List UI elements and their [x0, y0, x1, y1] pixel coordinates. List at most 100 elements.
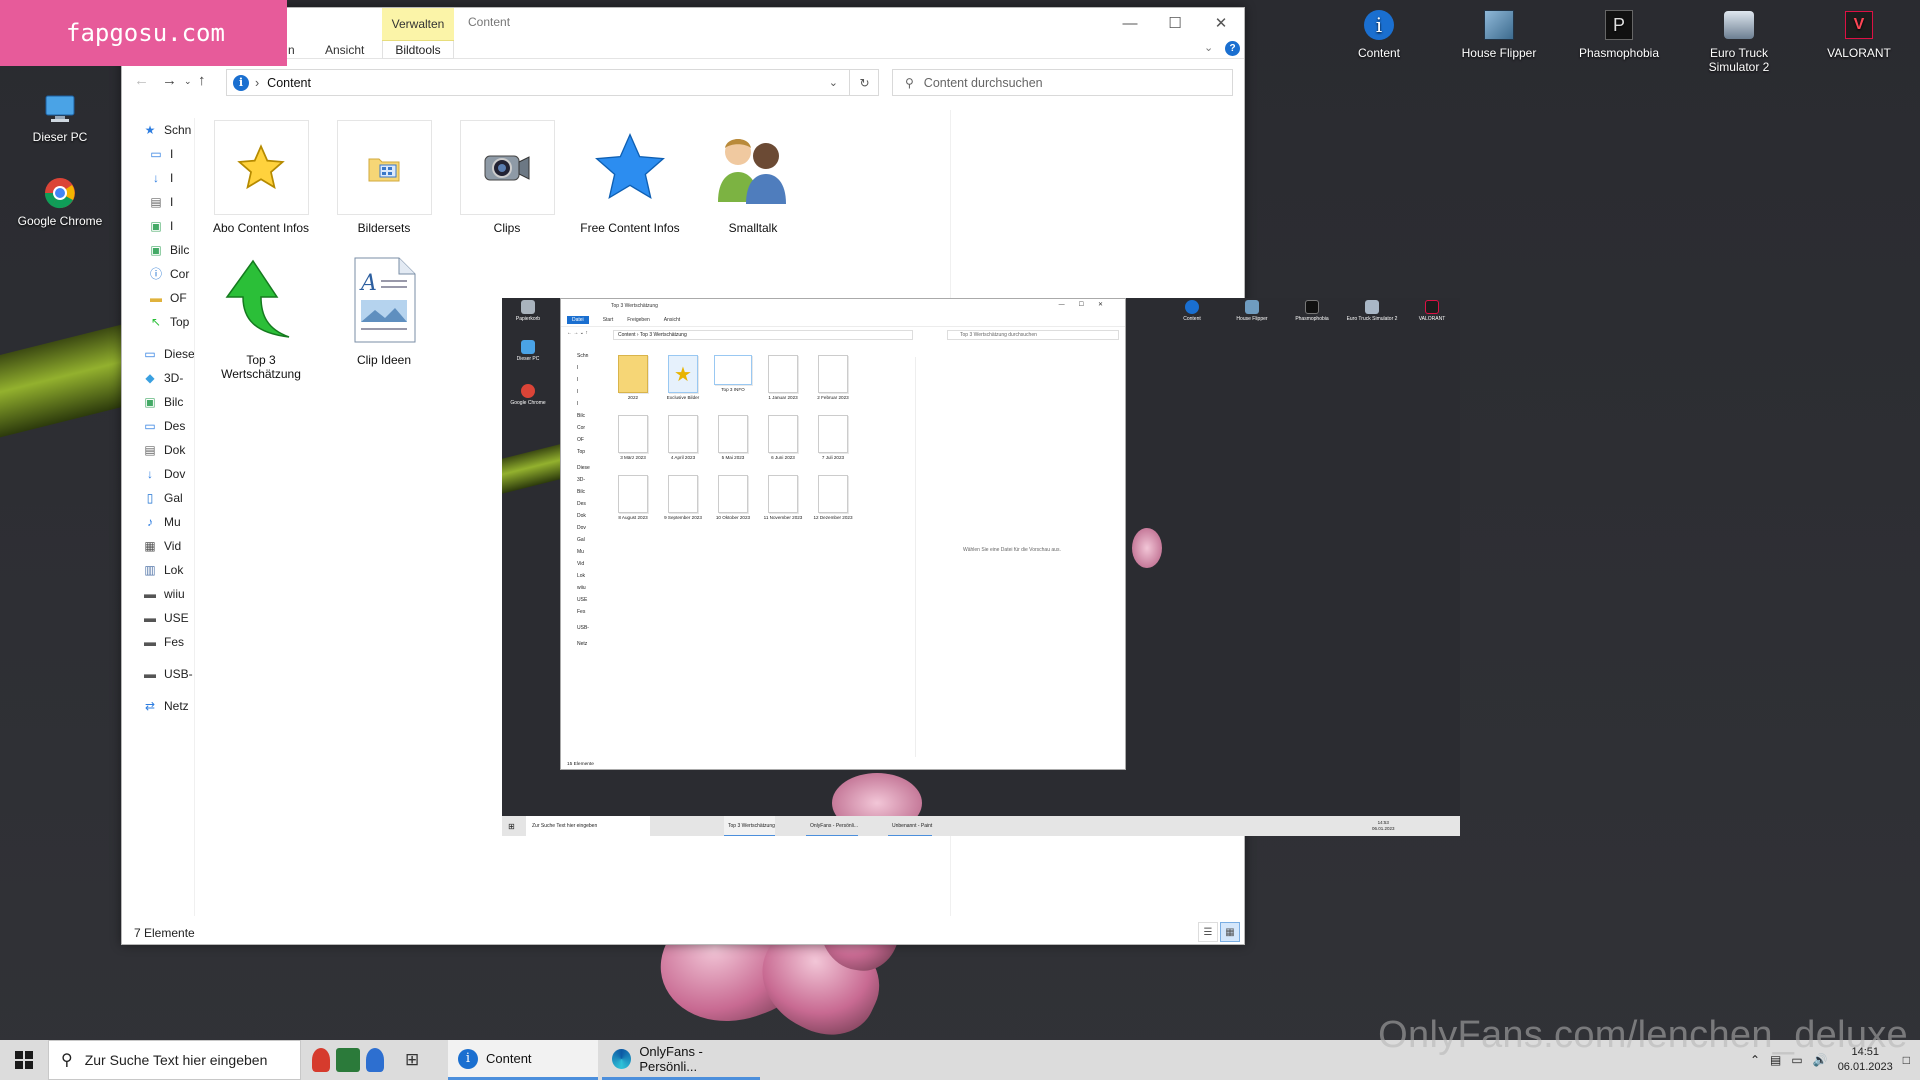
file-item-free-content-infos[interactable]: Free Content Infos — [575, 120, 685, 235]
mini-clock: 14:53 06.01.2023 — [1372, 816, 1395, 836]
mini-file-label: 6 Juni 2023 — [771, 455, 795, 460]
nav-item[interactable]: ▭ Des — [122, 414, 194, 438]
mini-window-controls: —☐✕ — [1058, 302, 1117, 308]
nav-item-label: Cor — [170, 267, 190, 281]
nav-item[interactable]: ⓘ Cor — [122, 262, 194, 286]
nav-item[interactable]: ◆ 3D- — [122, 366, 194, 390]
help-icon[interactable]: ? — [1225, 41, 1240, 56]
nav-item[interactable]: ▥ Lok — [122, 558, 194, 582]
mini-file-item: 2 Februar 2023 — [805, 355, 861, 401]
nav-item[interactable]: ▣ I — [122, 214, 194, 238]
nav-item[interactable]: ▬ Fes — [122, 630, 194, 654]
nav-item[interactable]: ▣ Bilc — [122, 238, 194, 262]
file-item-clips[interactable]: Clips — [452, 120, 562, 235]
mini-nav-item: USB- — [577, 625, 589, 631]
desktop-icon-content[interactable]: i Content — [1331, 8, 1427, 60]
nav-item[interactable]: ▬ OF — [122, 286, 194, 310]
brand-banner: fapgosu.com — [0, 0, 287, 66]
start-button[interactable] — [0, 1040, 48, 1080]
mini-file-item: 8 August 2023 — [605, 475, 661, 521]
desktop-icon-dieser-pc[interactable]: Dieser PC — [12, 92, 108, 144]
close-button[interactable]: ✕ — [1198, 8, 1244, 38]
nav-item[interactable]: ▬ USB- — [122, 662, 194, 686]
refresh-icon[interactable]: ↻ — [849, 69, 879, 96]
address-dropdown-chevron-icon[interactable]: ⌄ — [829, 76, 838, 89]
mini-nav-item: Fes — [577, 609, 586, 615]
file-label: Clip Ideen — [356, 353, 412, 367]
desktop-icon-euro-truck-simulator-2[interactable]: Euro Truck Simulator 2 — [1691, 8, 1787, 74]
clock-date: 06.01.2023 — [1837, 1061, 1893, 1073]
mini-ribbon: Datei Start Freigeben Ansicht — [561, 313, 1125, 327]
nav-item[interactable]: ↓ I — [122, 166, 194, 190]
breadcrumb-content[interactable]: Content — [267, 76, 311, 90]
up-arrow-icon[interactable]: ↑ — [198, 72, 206, 89]
desktop-icon-valorant[interactable]: V VALORANT — [1811, 8, 1907, 60]
network-icon: ⇄ — [144, 699, 156, 713]
document-icon — [714, 355, 752, 385]
nav-item-label: Bilc — [164, 395, 184, 409]
nav-item[interactable]: ▭ I — [122, 142, 194, 166]
mini-nav-item: Top — [577, 449, 586, 455]
search-highlight-illustration — [312, 1048, 384, 1072]
windows-icon — [15, 1051, 33, 1069]
file-item-bildersets[interactable]: Bildersets — [329, 120, 439, 235]
file-item-clip-ideen[interactable]: A Clip Ideen — [329, 252, 439, 367]
minimize-button[interactable]: — — [1107, 8, 1153, 38]
desktop-icon-phasmophobia[interactable]: P Phasmophobia — [1571, 8, 1667, 60]
chess-piece-icon — [312, 1048, 330, 1072]
mini-file-item: 4 April 2023 — [655, 415, 711, 461]
mini-file-label: Top 3 INFO — [721, 387, 745, 392]
nav-item[interactable]: ▤ Dok — [122, 438, 194, 462]
nav-item[interactable]: ↖ Top — [122, 310, 194, 334]
desktop-icon-google-chrome[interactable]: Google Chrome — [12, 176, 108, 228]
picture-icon: ▣ — [144, 395, 156, 409]
maximize-button[interactable]: ☐ — [1152, 8, 1198, 38]
taskbar-app-onlyfans[interactable]: OnlyFans - Persönli... — [602, 1040, 760, 1080]
nav-item[interactable]: ▯ Gal — [122, 486, 194, 510]
file-label: Clips — [493, 221, 521, 235]
info-icon: i — [458, 1048, 478, 1069]
nav-item[interactable]: ↓ Dov — [122, 462, 194, 486]
nav-item[interactable]: ▬ wiiu — [122, 582, 194, 606]
desktop-icon-house-flipper[interactable]: House Flipper — [1451, 8, 1547, 60]
back-arrow-icon[interactable]: ← — [134, 72, 149, 89]
desktop-icon: ▭ — [150, 147, 162, 161]
camcorder-icon — [459, 120, 555, 215]
details-view-icon[interactable]: ☰ — [1198, 922, 1218, 942]
ribbon-tab-bildtools[interactable]: Bildtools — [382, 41, 454, 59]
search-input[interactable]: ⚲ Content durchsuchen — [892, 69, 1233, 96]
mini-file-item: 1 Januar 2023 — [755, 355, 811, 401]
file-item-top-3-wertschaetzung[interactable]: Top 3 Wertschätzung — [206, 252, 316, 381]
taskbar-app-content[interactable]: i Content — [448, 1040, 598, 1080]
mini-file-item: 11 November 2023 — [755, 475, 811, 521]
file-label: Smalltalk — [728, 221, 778, 235]
address-box[interactable]: i › Content ⌄ — [226, 69, 879, 96]
nav-item[interactable]: ▤ I — [122, 190, 194, 214]
mini-nav-item: Dov — [577, 525, 586, 531]
nav-item[interactable]: ⇄ Netz — [122, 694, 194, 718]
nav-item[interactable]: ▭ Diese — [122, 342, 194, 366]
large-icons-view-icon[interactable]: ▦ — [1220, 922, 1240, 942]
ribbon-tab-ansicht[interactable]: Ansicht — [325, 43, 364, 57]
taskbar-search-input[interactable]: ⚲ Zur Suche Text hier eingeben — [48, 1040, 301, 1080]
mini-ribbon-tab: Start — [602, 316, 614, 323]
recent-locations-chevron-icon[interactable]: ⌄ — [184, 76, 192, 87]
nav-item[interactable]: ♪ Mu — [122, 510, 194, 534]
mini-desktop-icon-phasmophobia: Phasmophobia — [1286, 300, 1338, 322]
mini-nav-item: Bilc — [577, 489, 586, 495]
task-view-icon[interactable]: ⊞ — [405, 1050, 419, 1070]
nav-item[interactable]: ★ Schn — [122, 118, 194, 142]
file-item-abo-content-infos[interactable]: Abo Content Infos — [206, 120, 316, 235]
nav-item[interactable]: ▬ USE — [122, 606, 194, 630]
ribbon-expand-chevron-icon[interactable]: ⌄ — [1204, 41, 1213, 54]
nav-item[interactable]: ▣ Bilc — [122, 390, 194, 414]
file-item-smalltalk[interactable]: Smalltalk — [698, 120, 808, 235]
forward-arrow-icon[interactable]: → — [162, 72, 177, 89]
nav-item-label: I — [170, 219, 174, 233]
nav-item[interactable]: ▦ Vid — [122, 534, 194, 558]
mini-taskbar-app-label: Unbenannt - Paint — [892, 822, 933, 829]
ribbon-tab-partial[interactable]: n — [288, 43, 295, 57]
ribbon: n Ansicht Verwalten Bildtools Content — … — [122, 8, 1244, 59]
document-icon — [768, 415, 798, 453]
document-icon: A — [337, 252, 432, 347]
